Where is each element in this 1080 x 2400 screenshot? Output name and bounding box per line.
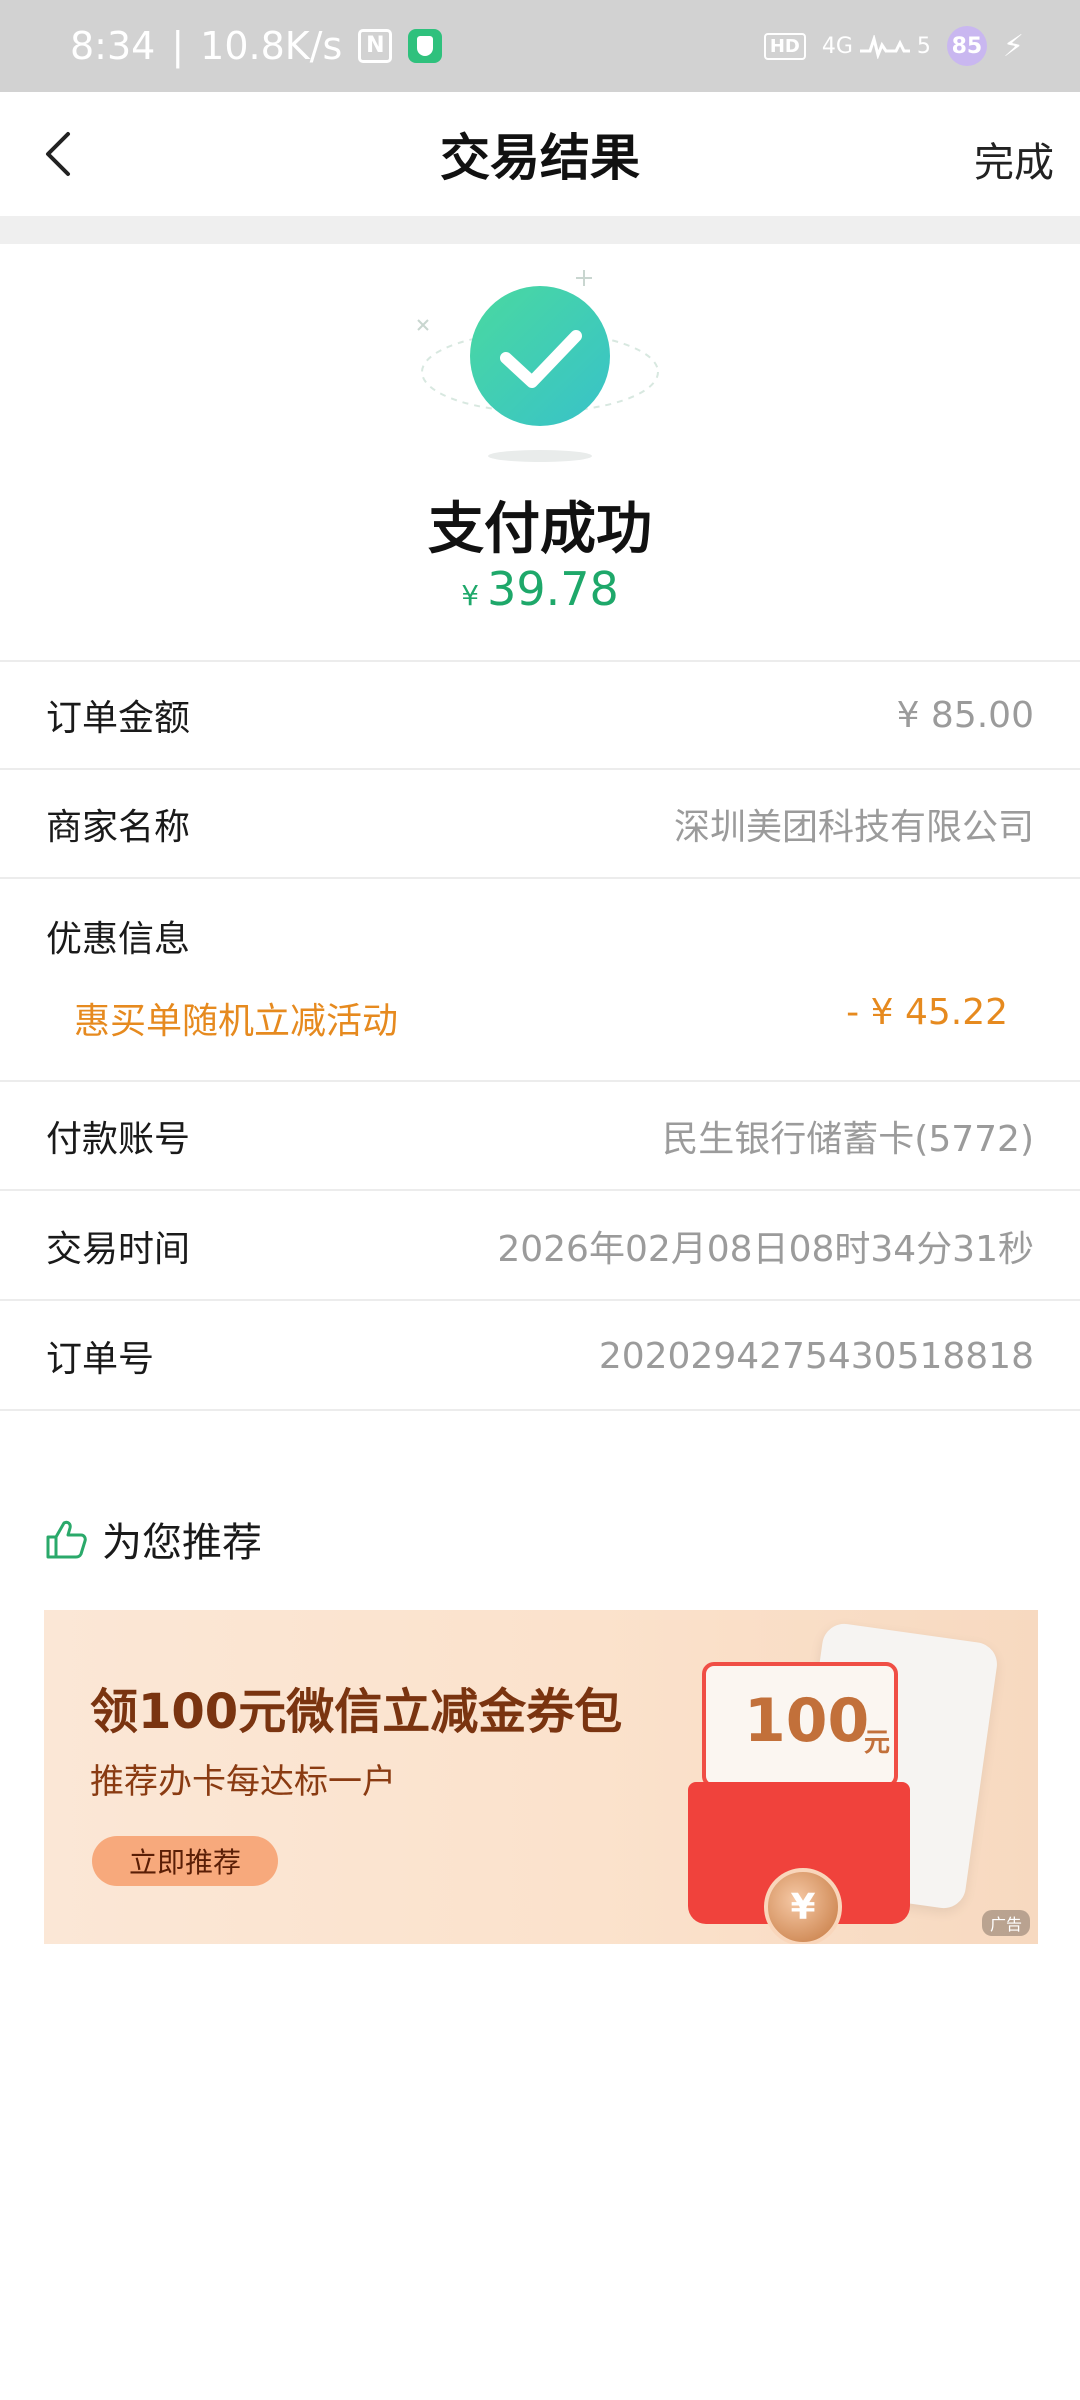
nav-bar: 交易结果 完成 [0, 92, 1080, 216]
status-divider: | [171, 24, 185, 68]
recommend-title: 为您推荐 [102, 1520, 262, 1566]
voucher-card: 100 元 [702, 1662, 898, 1788]
row-label: 付款账号 [46, 1119, 191, 1160]
recommend-header: 为您推荐 [44, 1510, 262, 1568]
row-value: 2020294275430518818 [598, 1335, 1034, 1377]
nfc-icon: N [358, 29, 393, 63]
row-label: 优惠信息 [46, 919, 191, 960]
voucher-unit: 元 [864, 1728, 891, 1758]
row-value: 民生银行储蓄卡(5772) [662, 1119, 1034, 1160]
ad-banner[interactable]: 领100元微信立减金券包 推荐办卡每达标一户 立即推荐 100 元 ¥ 广告 [44, 1610, 1038, 1944]
signal-label: 4G [821, 33, 853, 59]
section-gap [0, 216, 1080, 244]
battery-icon: 85 [946, 26, 987, 66]
signal-sub: 5 [916, 33, 931, 59]
ad-subline: 推荐办卡每达标一户 [90, 1762, 396, 1802]
row-label: 交易时间 [46, 1229, 191, 1270]
success-title: 支付成功 [428, 497, 652, 562]
check-circle-icon [417, 270, 659, 462]
signal-icon: 4G 5 [821, 33, 931, 60]
status-bar: 8:34 | 10.8K/s N HD 4G 5 85 ⚡ [0, 0, 1080, 92]
paid-amount: ¥39.78 [0, 562, 1080, 616]
recommend-now-button[interactable]: 立即推荐 [92, 1836, 278, 1886]
status-left: 8:34 | 10.8K/s N [70, 24, 443, 68]
merchant-row: 商家名称 深圳美团科技有限公司 [0, 771, 1080, 879]
row-value: 深圳美团科技有限公司 [673, 807, 1034, 848]
network-speed: 10.8K/s [200, 24, 343, 68]
order-amount-row: 订单金额 ¥ 85.00 [0, 662, 1080, 770]
amount-value: 39.78 [487, 562, 619, 616]
row-label: 订单号 [46, 1339, 155, 1380]
shield-icon [408, 29, 443, 63]
order-number-row: 订单号 2020294275430518818 [0, 1303, 1080, 1411]
ad-headline: 领100元微信立减金券包 [90, 1684, 623, 1740]
row-label: 订单金额 [46, 698, 191, 739]
row-value: 2026年02月08日08时34分31秒 [497, 1229, 1034, 1270]
bolt-icon: ⚡ [1002, 28, 1024, 64]
payment-result: 支付成功 ¥39.78 [0, 244, 1080, 662]
account-row: 付款账号 民生银行储蓄卡(5772) [0, 1083, 1080, 1191]
thumbs-up-icon [46, 1520, 87, 1559]
time-row: 交易时间 2026年02月08日08时34分31秒 [0, 1193, 1080, 1301]
page-title: 交易结果 [440, 129, 640, 187]
voucher-amount: 100 [744, 1686, 870, 1756]
chevron-left-icon [46, 132, 70, 176]
row-value: ¥ 85.00 [896, 694, 1034, 736]
status-right: HD 4G 5 85 ⚡ [763, 26, 1024, 66]
discount-section: 优惠信息 惠买单随机立减活动 - ¥ 45.22 [0, 880, 1080, 1082]
discount-amount: - ¥ 45.22 [846, 992, 1008, 1033]
back-button[interactable] [34, 126, 90, 182]
discount-name: 惠买单随机立减活动 [74, 1001, 399, 1042]
row-label: 商家名称 [46, 807, 191, 848]
status-time: 8:34 [70, 24, 156, 68]
done-button[interactable]: 完成 [974, 130, 1054, 188]
currency-symbol: ¥ [461, 579, 480, 612]
envelope-body: ¥ [688, 1782, 910, 1944]
coin-icon: ¥ [764, 1868, 842, 1944]
ad-tag: 广告 [981, 1910, 1030, 1936]
hd-badge: HD [763, 32, 806, 60]
red-envelope-illustration: 100 元 ¥ [684, 1662, 914, 1944]
